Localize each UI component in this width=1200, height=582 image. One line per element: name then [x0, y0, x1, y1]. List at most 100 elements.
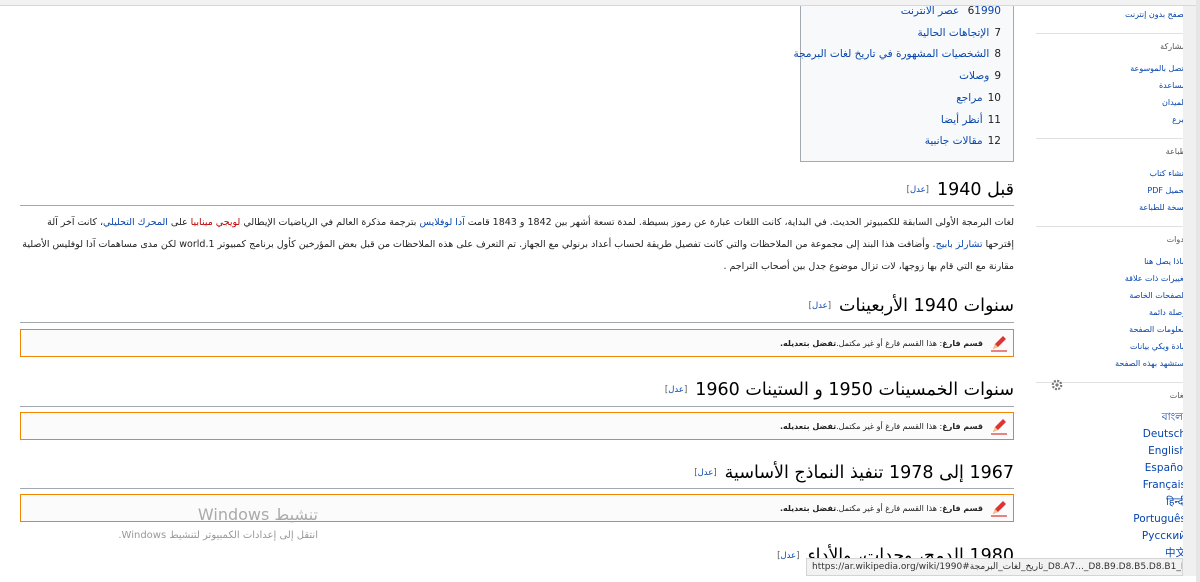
heading-underline — [20, 322, 1014, 323]
windows-activation-watermark: تنشيط Windows انتقل إلى إعدادات الكمبيوت… — [58, 505, 318, 541]
toc-link[interactable]: وصلات — [959, 70, 989, 82]
sidebar-heading-share: مشاركة — [1036, 33, 1196, 54]
edit-link-text[interactable]: عدل — [780, 551, 796, 561]
pencil-icon — [991, 336, 1007, 352]
section-paragraph: لغات البرمجة الأولى السابقة للكمبيوتر ال… — [20, 212, 1014, 278]
watermark-title: تنشيط Windows — [197, 505, 318, 524]
section-heading-before-1940: قبل 1940 [عدل] — [907, 180, 1014, 200]
toc-number: 9 — [994, 70, 1001, 83]
lang-link-english[interactable]: English — [1026, 443, 1196, 460]
notice-edit-invite[interactable]: تفضل بتعديله. — [780, 339, 836, 348]
notice-title: قسم فارغ — [942, 338, 983, 348]
toc-link[interactable]: مراجع — [956, 92, 982, 104]
edit-section-link[interactable]: [عدل] — [665, 385, 687, 395]
section-heading-1950s-1960s: سنوات الخمسينات 1950 و الستينات 1960 [عدل… — [665, 380, 1014, 400]
sidebar-item-offline[interactable]: تصفح بدون إنترنت — [1026, 6, 1196, 23]
edit-section-link[interactable]: [عدل] — [809, 301, 831, 311]
heading-underline — [20, 205, 1014, 206]
vertical-scrollbar[interactable] — [1183, 6, 1196, 576]
paragraph-text: . وأضافت هذا البند إلى مجموعة من الملاحظ… — [22, 239, 1014, 272]
sidebar-item-printable[interactable]: نسخة للطباعة — [1026, 199, 1196, 216]
edit-section-link[interactable]: [عدل] — [777, 551, 799, 561]
heading-underline — [20, 406, 1014, 407]
pencil-icon — [991, 419, 1007, 435]
empty-section-notice: قسم فارغ: هذا القسم فارغ أو غير مكتمل. ت… — [20, 412, 1014, 440]
notice-edit-invite[interactable]: تفضل بتعديله. — [780, 422, 836, 431]
toc-item[interactable]: 7 الإتجاهات الحالية — [801, 23, 1013, 45]
link-ada-lovelace[interactable]: آدا لوفلايس — [419, 217, 464, 228]
paragraph-text: بترجمة مذكرة العالم في الرياضيات الإيطال… — [240, 217, 420, 228]
notice-text: : هذا القسم فارغ أو غير مكتمل. — [836, 338, 943, 348]
notice-edit-invite[interactable]: تفضل بتعديله. — [780, 504, 836, 513]
status-bar-url: https://ar.wikipedia.org/wiki/تاريخ_لغات… — [806, 558, 1183, 576]
sidebar-item-permanent-link[interactable]: وصلة دائمة — [1026, 304, 1196, 321]
toc-link[interactable]: الإتجاهات الحالية — [917, 27, 989, 39]
toc-item[interactable]: 11 أنظر أيضا — [801, 110, 1013, 132]
sidebar-item-cite[interactable]: استشهد بهذه الصفحة — [1026, 355, 1196, 372]
notice-title: قسم فارغ — [942, 421, 983, 431]
toc-number: 7 — [994, 26, 1001, 39]
notice-title: قسم فارغ — [942, 503, 983, 513]
sidebar-item-wikidata[interactable]: مادة ويكي بيانات — [1026, 338, 1196, 355]
sidebar-item-donate[interactable]: تبرع — [1026, 111, 1196, 128]
sidebar-item-page-info[interactable]: معلومات الصفحة — [1026, 321, 1196, 338]
edit-link-text[interactable]: عدل — [698, 468, 714, 478]
sidebar-item-create-book[interactable]: إنشاء كتاب — [1026, 165, 1196, 182]
sidebar: تصفح بدون إنترنت مشاركة اتصل بالموسوعة م… — [1026, 6, 1196, 576]
lang-link-portuguese[interactable]: Português — [1026, 511, 1196, 528]
edit-link-text[interactable]: عدل — [910, 185, 926, 195]
sidebar-item-contact[interactable]: اتصل بالموسوعة — [1026, 60, 1196, 77]
toc-number: 8 — [994, 48, 1001, 61]
toc-link[interactable]: 1990 عصر الانترنت — [901, 6, 1001, 17]
sidebar-item-related-changes[interactable]: تغييرات ذات علاقة — [1026, 270, 1196, 287]
toc-item[interactable]: 8 الشخصيات المشهورة في تاريخ لغات البرمجة — [793, 44, 1013, 66]
sidebar-item-special-pages[interactable]: الصفحات الخاصة — [1026, 287, 1196, 304]
toc-item[interactable]: 12 مقالات جانبية — [801, 131, 1013, 153]
edit-section-link[interactable]: [عدل] — [694, 468, 716, 478]
toc-number: 11 — [987, 113, 1001, 126]
sidebar-item-what-links-here[interactable]: ماذا يصل هنا — [1026, 253, 1196, 270]
toc-link[interactable]: أنظر أيضا — [941, 114, 983, 126]
section-title: سنوات 1940 الأربعينات — [839, 296, 1014, 316]
section-heading-1940s: سنوات 1940 الأربعينات [عدل] — [809, 296, 1014, 316]
lang-link-hindi[interactable]: हिन्दी — [1026, 494, 1196, 511]
section-title: سنوات الخمسينات 1950 و الستينات 1960 — [695, 380, 1014, 400]
table-of-contents: 61990 عصر الانترنت 7 الإتجاهات الحالية 8ا… — [793, 6, 1014, 162]
section-title: 1967 إلى 1978 تنفيذ النماذج الأساسية — [724, 463, 1014, 483]
paragraph-text: على — [167, 217, 191, 228]
gear-icon[interactable] — [1050, 378, 1064, 392]
article-content: 61990 عصر الانترنت 7الإتجاهات الحالية 8ا… — [14, 6, 1020, 566]
section-title: قبل 1940 — [936, 180, 1014, 200]
sidebar-item-village-pump[interactable]: الميدان — [1026, 94, 1196, 111]
window-right-edge — [1196, 0, 1200, 582]
sidebar-item-help[interactable]: مساعدة — [1026, 77, 1196, 94]
edit-section-link[interactable]: [عدل] — [907, 185, 929, 195]
notice-text: : هذا القسم فارغ أو غير مكتمل. — [836, 421, 943, 431]
section-heading-1967-1978: 1967 إلى 1978 تنفيذ النماذج الأساسية [عدل… — [694, 463, 1014, 483]
edit-link-text[interactable]: عدل — [668, 385, 684, 395]
browser-viewport: 61990 عصر الانترنت 7الإتجاهات الحالية 8ا… — [0, 0, 1200, 582]
lang-link-french[interactable]: Français — [1026, 477, 1196, 494]
toc-link[interactable]: الشخصيات المشهورة في تاريخ لغات البرمجة — [793, 48, 989, 60]
edit-link-text[interactable]: عدل — [812, 301, 828, 311]
notice-text: : هذا القسم فارغ أو غير مكتمل. — [836, 503, 943, 513]
toc-item[interactable]: 10 مراجع — [801, 88, 1013, 110]
watermark-subtitle: انتقل إلى إعدادات الكمبيوتر لتنشيط Windo… — [118, 530, 318, 541]
sidebar-item-download-pdf[interactable]: تحميل PDF — [1026, 182, 1196, 199]
heading-underline — [20, 488, 1014, 489]
toc-number: 10 — [987, 91, 1001, 104]
empty-section-notice: قسم فارغ: هذا القسم فارغ أو غير مكتمل. ت… — [20, 329, 1014, 357]
sidebar-heading-print: طباعة — [1036, 138, 1196, 159]
sidebar-heading-tools: أدوات — [1036, 226, 1196, 247]
lang-link-spanish[interactable]: Español — [1026, 460, 1196, 477]
toc-item[interactable]: 61990 عصر الانترنت — [801, 6, 1013, 23]
paragraph-text: لغات البرمجة الأولى السابقة للكمبيوتر ال… — [464, 217, 1014, 228]
link-analytical-engine[interactable]: المحرك التحليلي — [103, 217, 168, 228]
lang-link-bengali[interactable]: বাংলা — [1026, 409, 1196, 426]
redlink-luigi-menabrea[interactable]: لويجي مينابيا — [191, 217, 241, 228]
link-charles-babbage[interactable]: تشارلز بابيج — [936, 239, 983, 250]
lang-link-german[interactable]: Deutsch — [1026, 426, 1196, 443]
toc-item[interactable]: 9 وصلات — [801, 66, 1013, 88]
lang-link-russian[interactable]: Русский — [1026, 528, 1196, 545]
toc-link[interactable]: مقالات جانبية — [925, 135, 983, 147]
